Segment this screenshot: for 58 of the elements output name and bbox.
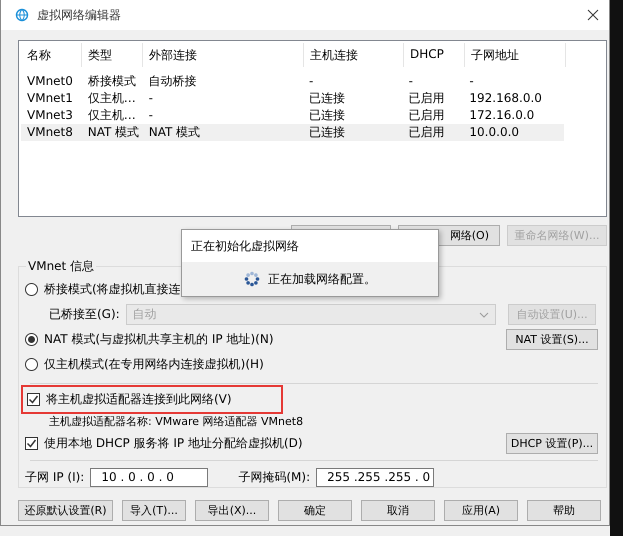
footer-button[interactable]: 帮助 xyxy=(527,500,601,521)
column-header[interactable]: 类型 xyxy=(82,43,143,67)
table-cell-text: VMnet1 xyxy=(26,90,74,107)
group-title: VMnet 信息 xyxy=(27,258,96,275)
table-cell-text: 10.0.0.0 xyxy=(468,124,520,141)
column-header[interactable]: 外部连接 xyxy=(143,43,304,67)
table-cell-text: 192.168.0.0 xyxy=(468,90,543,107)
table-cell-text: - xyxy=(308,73,314,90)
table-cell-text: VMnet0 xyxy=(26,73,74,90)
subnet-ip-label: 子网 IP (I): xyxy=(25,468,84,486)
table-cell-text: 已启用 xyxy=(408,124,446,141)
table-cell-text: 自动桥接 xyxy=(148,73,198,90)
checkbox-label[interactable]: 使用本地 DHCP 服务将 IP 地址分配给虚拟机(D) xyxy=(44,435,303,452)
table-cell-text: - xyxy=(148,90,154,107)
window-title: 虚拟网络编辑器 xyxy=(37,6,122,24)
footer-button[interactable]: 导出(X)... xyxy=(195,500,269,521)
table-cell-text: 仅主机… xyxy=(86,107,137,124)
table-cell-text: VMnet8 xyxy=(26,124,74,141)
column-header[interactable]: 主机连接 xyxy=(304,43,404,67)
column-header[interactable]: 名称 xyxy=(21,43,82,67)
table-cell-text: VMnet3 xyxy=(26,107,74,124)
column-header[interactable]: DHCP xyxy=(404,43,465,67)
subnet-mask-label: 子网掩码(M): xyxy=(238,468,310,486)
dialog-title: 正在初始化虚拟网络 xyxy=(191,239,299,253)
footer-button[interactable]: 导入(T)... xyxy=(122,500,186,521)
table-row[interactable]: VMnet8 NAT 模式 NAT 模式 已连接 已启用 10.0.0.0 xyxy=(21,124,564,141)
bridged-to-label: 已桥接至(G): xyxy=(49,306,120,323)
table-cell-text: - xyxy=(148,107,154,124)
footer-button[interactable]: 确定 xyxy=(278,500,352,521)
nat-settings-button[interactable]: NAT 设置(S)... xyxy=(506,329,598,350)
radio-label[interactable]: 桥接模式(将虚拟机直接连 xyxy=(44,281,181,298)
table-cell-text: 桥接模式 xyxy=(86,73,137,90)
footer-button[interactable]: 还原默认设置(R) xyxy=(18,500,113,521)
table-cell-text: 已连接 xyxy=(308,90,346,107)
footer-button[interactable]: 取消 xyxy=(361,500,435,521)
table-cell-text: 已连接 xyxy=(308,124,346,141)
table-row[interactable]: VMnet0 桥接模式 自动桥接 - - - xyxy=(21,73,564,90)
table-cell-text: - xyxy=(468,73,475,90)
dhcp-settings-button[interactable]: DHCP 设置(P)... xyxy=(506,433,598,454)
table-cell-text: NAT 模式 xyxy=(86,124,140,141)
column-header[interactable]: 子网地址 xyxy=(465,43,566,67)
table-row[interactable]: VMnet3 仅主机… - 已连接 已启用 172.16.0.0 xyxy=(21,107,564,124)
radio-label[interactable]: 仅主机模式(在专用网络内连接虚拟机)(H) xyxy=(44,356,264,373)
loading-message: 正在加载网络配置。 xyxy=(268,270,376,288)
radio-label[interactable]: NAT 模式(与虚拟机共享主机的 IP 地址)(N) xyxy=(44,331,274,348)
table-cell-text: 已启用 xyxy=(408,107,446,124)
subnet-mask-field[interactable]: 255 .255 .255 . 0 xyxy=(316,468,434,486)
table-cell-text: 仅主机… xyxy=(86,90,137,107)
table-cell-text: 已连接 xyxy=(308,107,346,124)
table-cell-text: 已启用 xyxy=(408,90,446,107)
table-cell-text: NAT 模式 xyxy=(148,124,202,141)
table-cell-text: 172.16.0.0 xyxy=(468,107,536,124)
table-cell-text: - xyxy=(408,73,414,90)
table-row[interactable]: VMnet1 仅主机… - 已连接 已启用 192.168.0.0 xyxy=(21,90,564,107)
checkbox-label[interactable]: 将主机虚拟适配器连接到此网络(V) xyxy=(46,391,232,408)
adapter-name-text: 主机虚拟适配器名称: VMware 网络适配器 VMnet8 xyxy=(49,415,304,428)
footer-button[interactable]: 应用(A) xyxy=(444,500,518,521)
subnet-ip-field[interactable]: 10 . 0 . 0 . 0 xyxy=(90,468,208,486)
